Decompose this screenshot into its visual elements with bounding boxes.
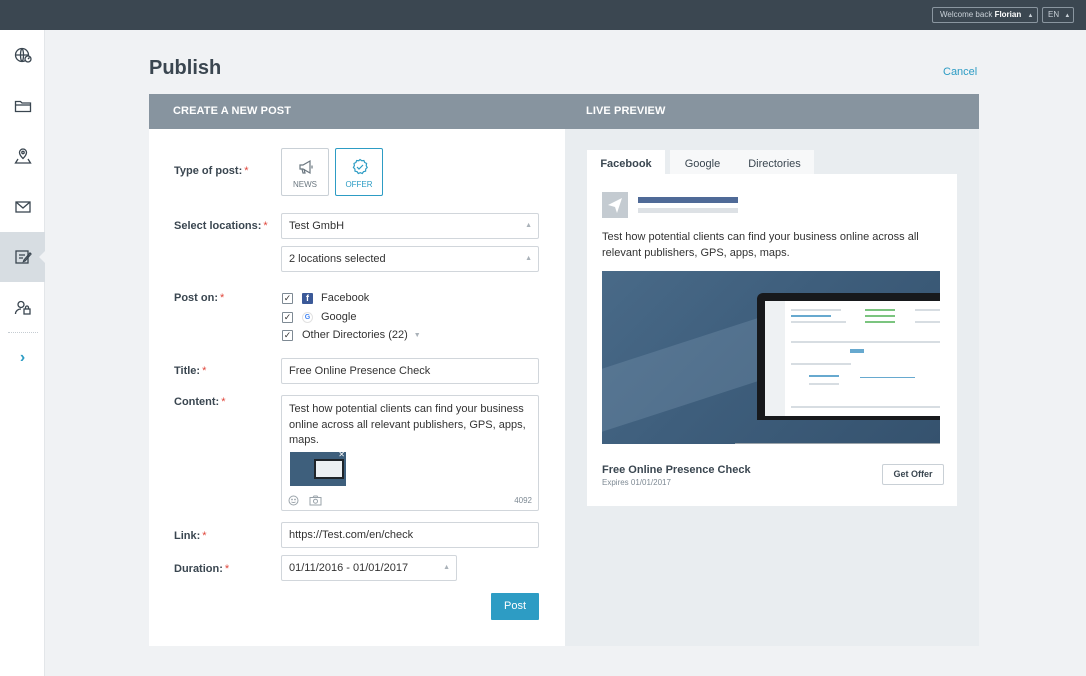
duration-picker[interactable]: 01/11/2016 - 01/01/2017 ▲ (281, 555, 457, 581)
location-arrow-icon (608, 198, 622, 213)
laptop-graphic (735, 293, 940, 444)
character-count: 4092 (514, 496, 532, 505)
get-offer-button[interactable]: Get Offer (882, 464, 944, 485)
user-menu[interactable]: Welcome back Florian ▲ (932, 7, 1038, 23)
panel-header: CREATE A NEW POST LIVE PREVIEW (149, 94, 979, 129)
duration-value: 01/11/2016 - 01/01/2017 (289, 562, 409, 574)
facebook-icon: f (302, 292, 313, 304)
link-input[interactable]: https://Test.com/en/check (281, 522, 539, 548)
top-bar: Welcome back Florian ▲ EN ▲ (0, 0, 1086, 30)
content-label: Content: * (174, 396, 226, 408)
laptop-screen (765, 301, 940, 416)
sidebar: › (0, 30, 46, 676)
page-name-placeholder (638, 197, 738, 203)
envelope-icon (14, 201, 31, 213)
google-checkbox[interactable]: ✓ (282, 311, 293, 323)
page-subtitle-placeholder (638, 208, 738, 213)
language-value: EN (1048, 10, 1060, 19)
cancel-link[interactable]: Cancel (943, 66, 977, 78)
network-label: Google (321, 311, 357, 323)
edit-document-icon (14, 250, 32, 264)
chevron-down-icon: ▲ (1064, 13, 1071, 19)
duration-label: Duration: * (174, 563, 230, 575)
page-title: Publish (149, 57, 222, 79)
post-type-news-button[interactable]: NEWS (281, 148, 329, 196)
google-icon: G (302, 311, 313, 323)
tab-google[interactable]: Google (670, 150, 735, 174)
select-locations-label: Select locations: * (174, 220, 268, 232)
attached-image-thumbnail[interactable]: ✕ (290, 452, 346, 486)
chevron-down-icon[interactable]: ▼ (414, 332, 421, 339)
network-label: Other Directories (22) (302, 329, 408, 341)
live-preview-panel: Facebook Google Directories Test how pot… (565, 129, 979, 646)
post-type-label: OFFER (345, 180, 373, 189)
chevron-right-icon[interactable]: › (0, 346, 45, 370)
content-textarea[interactable]: Test how potential clients can find your… (281, 395, 539, 511)
create-post-heading: CREATE A NEW POST (173, 105, 292, 117)
title-input[interactable]: Free Online Presence Check (281, 358, 539, 384)
sidebar-item-messages[interactable] (0, 182, 45, 232)
link-label: Link: * (174, 530, 207, 542)
laptop-base (735, 443, 940, 444)
sidebar-item-locations[interactable] (0, 131, 45, 181)
tab-facebook[interactable]: Facebook (587, 150, 665, 174)
network-facebook-row[interactable]: ✓ f Facebook (282, 291, 369, 305)
create-post-form: Type of post: * NEWS OFFER Select locatio… (149, 129, 565, 646)
map-pin-icon (13, 148, 32, 164)
user-lock-icon (14, 300, 31, 315)
welcome-text: Welcome back (940, 10, 993, 19)
facebook-checkbox[interactable]: ✓ (282, 292, 293, 304)
other-directories-checkbox[interactable]: ✓ (282, 329, 293, 341)
post-type-label: NEWS (293, 180, 317, 189)
network-google-row[interactable]: ✓ G Google (282, 310, 356, 324)
title-label: Title: * (174, 365, 207, 377)
camera-icon[interactable] (309, 495, 322, 506)
locations-selected-value: 2 locations selected (289, 253, 386, 265)
preview-expiry: Expires 01/01/2017 (602, 478, 671, 487)
remove-image-icon[interactable]: ✕ (338, 452, 345, 459)
post-button[interactable]: Post (491, 593, 539, 620)
folder-icon (14, 100, 31, 113)
sidebar-item-folders[interactable] (0, 81, 45, 131)
type-of-post-label: Type of post: * (174, 165, 249, 177)
location-value: Test GmbH (289, 220, 345, 232)
emoji-icon[interactable] (288, 495, 299, 506)
chevron-up-icon: ▲ (443, 564, 450, 571)
locations-selected-dropdown[interactable]: 2 locations selected ▲ (281, 246, 539, 272)
sidebar-item-publish[interactable] (0, 232, 46, 282)
content-toolbar (288, 495, 322, 506)
network-other-directories-row[interactable]: ✓ Other Directories (22) ▼ (282, 328, 421, 342)
facebook-preview-card: Test how potential clients can find your… (587, 174, 957, 506)
language-selector[interactable]: EN ▲ (1042, 7, 1074, 23)
chevron-up-icon: ▲ (525, 222, 532, 229)
user-name: Florian (994, 10, 1022, 19)
preview-text: Test how potential clients can find your… (602, 231, 919, 259)
location-select[interactable]: Test GmbH ▲ (281, 213, 539, 239)
megaphone-icon (299, 159, 313, 175)
network-label: Facebook (321, 292, 370, 304)
badge-check-icon (352, 158, 368, 175)
sidebar-item-users[interactable] (0, 283, 45, 333)
chevron-up-icon: ▲ (525, 255, 532, 262)
globe-gauge-icon (14, 47, 32, 63)
live-preview-heading: LIVE PREVIEW (586, 105, 666, 117)
chevron-down-icon: ▲ (1027, 13, 1034, 19)
post-on-label: Post on: * (174, 292, 225, 304)
link-value: https://Test.com/en/check (289, 529, 414, 541)
content-value: Test how potential clients can find your… (289, 403, 526, 446)
preview-image (602, 271, 940, 444)
preview-title: Free Online Presence Check (602, 464, 751, 476)
tab-directories[interactable]: Directories (735, 150, 814, 174)
page-avatar (602, 192, 628, 218)
post-type-offer-button[interactable]: OFFER (335, 148, 383, 196)
laptop-thumbnail-graphic (314, 459, 344, 479)
sidebar-item-dashboard[interactable] (0, 30, 45, 80)
title-value: Free Online Presence Check (289, 365, 431, 377)
sidebar-divider (8, 332, 38, 333)
